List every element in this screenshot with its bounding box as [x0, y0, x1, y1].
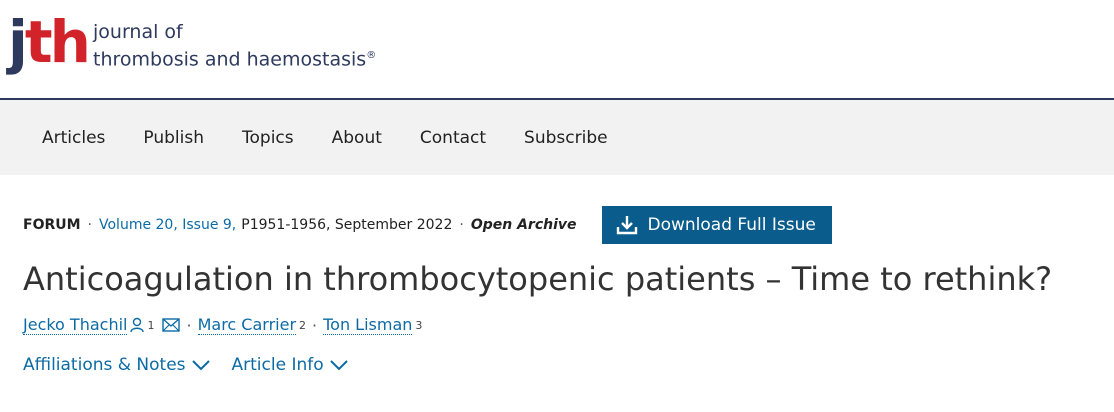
nav-subscribe[interactable]: Subscribe: [524, 128, 608, 148]
meta-separator: ·: [87, 217, 92, 233]
chevron-down-icon: [329, 360, 348, 371]
download-label: Download Full Issue: [647, 215, 816, 235]
registered-mark: ®: [366, 50, 377, 61]
person-icon[interactable]: [130, 317, 145, 333]
pages-date: P1951-1956, September 2022: [241, 217, 453, 233]
download-full-issue-button[interactable]: Download Full Issue: [601, 206, 832, 244]
jth-logo[interactable]: jth: [8, 12, 91, 72]
nav-contact[interactable]: Contact: [420, 128, 486, 148]
nav-publish[interactable]: Publish: [143, 128, 204, 148]
author-link[interactable]: Jecko Thachil: [23, 315, 128, 335]
download-icon: [616, 216, 637, 235]
affiliations-label: Affiliations & Notes: [23, 355, 186, 375]
article-expanders: Affiliations & Notes Article Info: [23, 355, 348, 375]
nav-about[interactable]: About: [332, 128, 382, 148]
author-affiliation-number: 1: [147, 318, 155, 332]
logo-th: th: [24, 8, 91, 76]
volume-issue-link[interactable]: Volume 20, Issue 9,: [99, 217, 236, 233]
meta-separator: ·: [459, 217, 464, 233]
nav-articles[interactable]: Articles: [42, 128, 105, 148]
author-separator: ·: [312, 315, 318, 335]
journal-name-line1: journal of: [93, 21, 183, 43]
main-nav: Articles Publish Topics About Contact Su…: [0, 100, 1114, 175]
author-affiliation-number: 2: [299, 318, 307, 332]
logo-j: j: [8, 8, 28, 76]
article-meta: FORUM · Volume 20, Issue 9, P1951-1956, …: [23, 206, 832, 244]
article-type: FORUM: [23, 217, 81, 233]
nav-topics[interactable]: Topics: [242, 128, 294, 148]
email-icon[interactable]: [162, 318, 181, 332]
author-link[interactable]: Marc Carrier: [197, 315, 297, 335]
article-title: Anticoagulation in thrombocytopenic pati…: [23, 260, 1053, 298]
affiliations-notes-toggle[interactable]: Affiliations & Notes: [23, 355, 210, 375]
article-info-label: Article Info: [231, 355, 324, 375]
author-affiliation-number: 3: [415, 318, 423, 332]
author-link[interactable]: Ton Lisman: [323, 315, 413, 335]
journal-name[interactable]: journal of thrombosis and haemostasis®: [93, 20, 376, 71]
site-header: jth journal of thrombosis and haemostasi…: [0, 0, 1114, 100]
journal-name-line2: thrombosis and haemostasis: [93, 48, 367, 71]
author-separator: ·: [186, 315, 192, 335]
access-label: Open Archive: [470, 217, 577, 233]
chevron-down-icon: [191, 360, 210, 371]
author-list: Jecko Thachil 1 · Marc Carrier 2 · Ton L…: [23, 315, 422, 335]
article-info-toggle[interactable]: Article Info: [232, 355, 348, 375]
